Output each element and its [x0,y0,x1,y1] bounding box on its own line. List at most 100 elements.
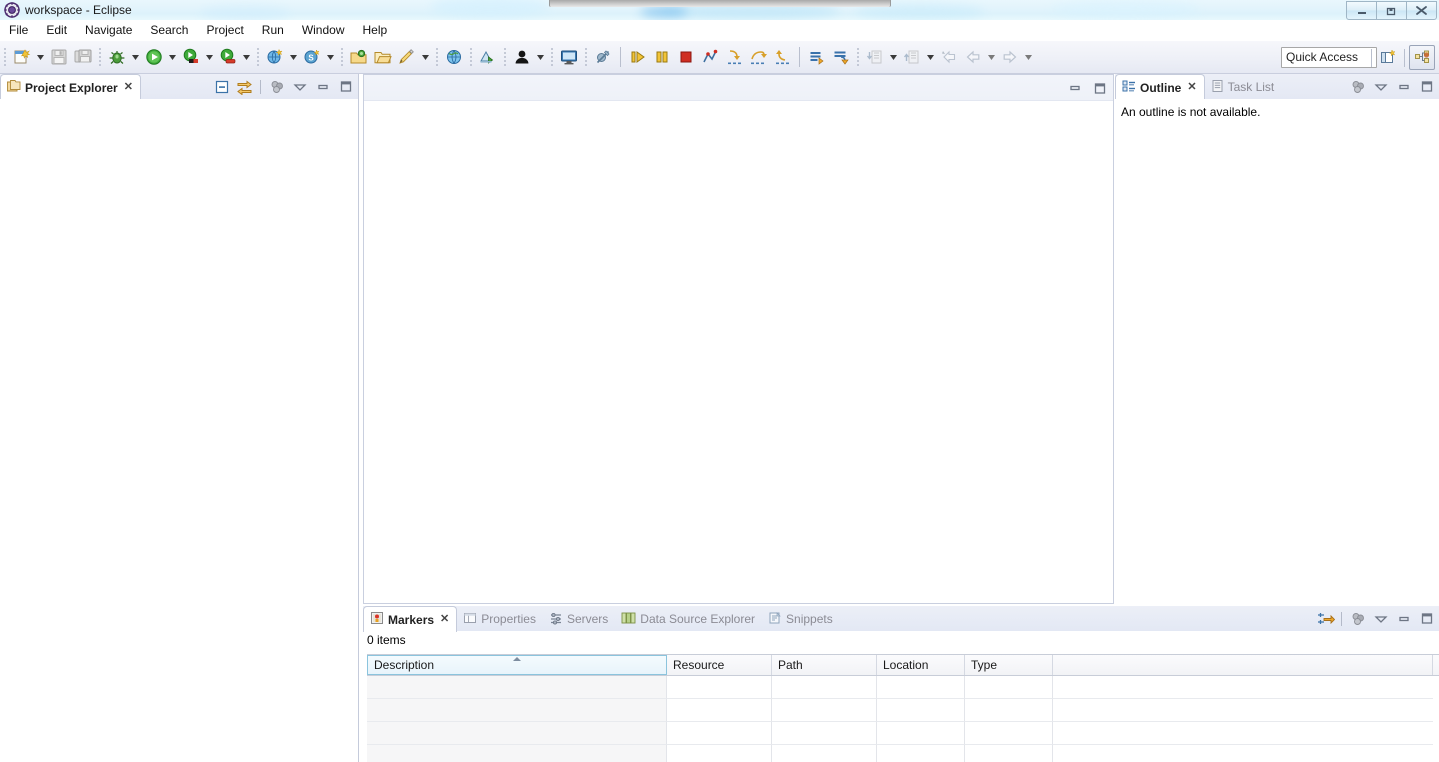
tab-servers[interactable]: Servers [543,607,615,631]
user-icon[interactable] [510,45,534,69]
quick-access-input[interactable]: Quick Access [1281,47,1377,68]
markers-table-body[interactable] [367,676,1439,762]
step-return-icon[interactable] [770,45,794,69]
maximize-view-icon[interactable] [1416,77,1437,97]
column-resource[interactable]: Resource [667,655,772,675]
new-dropdown-arrow-icon[interactable] [34,45,47,69]
table-row[interactable] [367,745,1439,762]
close-icon[interactable]: ✕ [1187,82,1196,93]
profile-icon[interactable] [216,45,240,69]
markers-table[interactable]: Description Resource Path Location Type [367,654,1439,762]
disconnect-icon[interactable] [698,45,722,69]
run-as-server-dropdown-arrow-icon[interactable] [203,45,216,69]
open-perspective-button[interactable] [1376,46,1400,69]
web-browser-icon[interactable] [442,45,466,69]
column-location[interactable]: Location [877,655,965,675]
tab-markers[interactable]: Markers ✕ [363,606,458,632]
tab-properties[interactable]: Properties [457,607,543,631]
forward-dropdown-arrow-icon[interactable] [1022,45,1035,69]
minimize-view-icon[interactable] [1393,77,1414,97]
step-over-icon[interactable] [746,45,770,69]
suspend-icon[interactable] [650,45,674,69]
back-dropdown-arrow-icon[interactable] [985,45,998,69]
column-type[interactable]: Type [965,655,1053,675]
table-row[interactable] [367,722,1439,745]
last-edit-location-dropdown-arrow-icon[interactable] [887,45,900,69]
menu-navigate[interactable]: Navigate [76,21,141,40]
menu-search[interactable]: Search [141,21,197,40]
minimize-editor-icon[interactable] [1064,78,1085,98]
next-annotation-icon[interactable] [805,45,829,69]
tab-project-explorer[interactable]: Project Explorer ✕ [0,74,141,100]
minimize-button[interactable] [1346,1,1377,20]
collapse-all-icon[interactable] [211,77,232,97]
user-dropdown-arrow-icon[interactable] [534,45,547,69]
close-icon[interactable]: ✕ [124,82,133,93]
view-menu-focus-icon[interactable] [1347,609,1368,629]
tab-outline[interactable]: Outline ✕ [1115,74,1205,100]
save-icon[interactable] [47,45,71,69]
editor-empty-area[interactable] [364,101,1113,603]
debug-icon[interactable] [105,45,129,69]
project-explorer-tree[interactable] [0,99,358,762]
save-all-icon[interactable] [71,45,95,69]
menu-edit[interactable]: Edit [37,21,76,40]
terminate-icon[interactable] [674,45,698,69]
external-tools-icon[interactable] [263,45,287,69]
view-menu-icon[interactable] [1370,609,1391,629]
forward-icon[interactable] [998,45,1022,69]
run-as-server-icon[interactable] [179,45,203,69]
minimize-view-icon[interactable] [1393,609,1414,629]
run-icon[interactable] [142,45,166,69]
step-into-icon[interactable] [722,45,746,69]
back-history-icon[interactable] [937,45,961,69]
maximize-editor-icon[interactable] [1089,78,1110,98]
menu-window[interactable]: Window [293,21,354,40]
menu-file[interactable]: File [0,21,37,40]
maximize-view-icon[interactable] [335,77,356,97]
profile-dropdown-arrow-icon[interactable] [240,45,253,69]
svn-icon[interactable]: S [300,45,324,69]
menu-run[interactable]: Run [253,21,293,40]
resume-icon[interactable] [626,45,650,69]
tab-task-list[interactable]: Task List [1205,75,1282,99]
open-type-icon[interactable] [347,45,371,69]
debug-dropdown-arrow-icon[interactable] [129,45,142,69]
view-menu-icon[interactable] [289,77,310,97]
external-tools-dropdown-arrow-icon[interactable] [287,45,300,69]
menu-project[interactable]: Project [197,21,252,40]
new-icon[interactable] [10,45,34,69]
column-path[interactable]: Path [772,655,877,675]
back-icon[interactable] [961,45,985,69]
table-row[interactable] [367,676,1439,699]
minimize-view-icon[interactable] [312,77,333,97]
link-with-editor-icon[interactable] [234,77,255,97]
tab-snippets[interactable]: Snippets [762,607,840,631]
column-description[interactable]: Description [367,655,667,675]
maximize-view-icon[interactable] [1416,609,1437,629]
column-filler[interactable] [1053,655,1433,675]
restore-button[interactable] [1376,1,1407,20]
close-button[interactable] [1406,1,1437,20]
close-icon[interactable]: ✕ [440,614,449,625]
run-dropdown-arrow-icon[interactable] [166,45,179,69]
skip-breakpoints-icon[interactable] [591,45,615,69]
view-menu-focus-icon[interactable] [266,77,287,97]
view-menu-icon[interactable] [1370,77,1391,97]
last-edit-location-icon[interactable] [863,45,887,69]
menu-help[interactable]: Help [354,21,397,40]
view-menu-focus-icon[interactable] [1347,77,1368,97]
perspective-java-ee-button[interactable] [1409,45,1435,70]
console-icon[interactable] [557,45,581,69]
pin-editor-dropdown-arrow-icon[interactable] [924,45,937,69]
group-by-icon[interactable] [1315,609,1336,629]
new-java-class-icon[interactable] [395,45,419,69]
tab-data-source-explorer[interactable]: Data Source Explorer [615,607,762,631]
table-row[interactable] [367,699,1439,722]
previous-annotation-icon[interactable] [829,45,853,69]
pin-editor-icon[interactable] [900,45,924,69]
open-resource-icon[interactable] [371,45,395,69]
new-java-class-dropdown-arrow-icon[interactable] [419,45,432,69]
svn-dropdown-arrow-icon[interactable] [324,45,337,69]
publish-icon[interactable] [476,45,500,69]
